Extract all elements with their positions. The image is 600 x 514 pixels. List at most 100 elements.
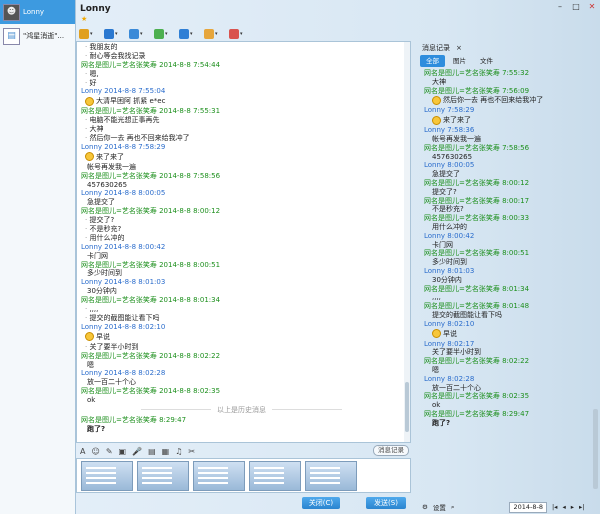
message-content: 网名是图儿=艺名张笑寿 2014-8-8 8:01:34: [81, 296, 221, 305]
screenshot-thumbnail[interactable]: [137, 461, 189, 491]
chevron-down-icon[interactable]: ▾: [215, 31, 218, 37]
message-content: ,,,,: [89, 305, 99, 314]
contact-list: ☻ Lonny ▤ "鸿星消逝"...: [0, 0, 76, 514]
screen-tool-button[interactable]: ▾: [179, 28, 197, 40]
message-content: 网名是图儿=艺名张笑寿 2014-8-8 7:55:31: [81, 107, 221, 116]
message-meta: 网名是图儿=艺名张笑寿 8:01:48: [424, 302, 590, 311]
chevron-down-icon[interactable]: ▾: [140, 31, 143, 37]
chat-window: Lonny ★ – □ ✕ ▾ ▾ ▾ ▾ ▾ ▾ ▾ 我朋友的耐心等会我找记录网名是图儿=…: [76, 0, 600, 514]
message-meta: Lonny 7:58:36: [424, 126, 590, 135]
next-page-icon[interactable]: ▸: [571, 503, 574, 511]
message-content: ok: [432, 401, 441, 410]
input-tool-icon[interactable]: 🎤: [132, 447, 142, 456]
message-content: 嗯,: [89, 69, 99, 78]
message-content: 大清早困阿 抓紧 e*ec: [96, 97, 166, 106]
chevron-down-icon[interactable]: ▾: [240, 31, 243, 37]
input-tool-icon[interactable]: ✂: [188, 447, 195, 456]
toolbar: ▾ ▾ ▾ ▾ ▾ ▾ ▾: [79, 27, 247, 41]
date-field[interactable]: 2014-8-8: [509, 501, 547, 513]
chat-history-pane[interactable]: 我朋友的耐心等会我找记录网名是图儿=艺名张笑寿 2014-8-8 7:54:44…: [76, 41, 411, 443]
grid-tool-button[interactable]: ▾: [229, 28, 247, 40]
history-scrollbar[interactable]: [593, 69, 598, 509]
input-box[interactable]: [76, 458, 411, 493]
input-tool-icon[interactable]: ▦: [162, 447, 170, 456]
scroll-thumb[interactable]: [593, 409, 598, 489]
chevron-down-icon[interactable]: ▾: [190, 31, 193, 37]
input-tool-icon[interactable]: ☺: [91, 447, 99, 456]
message-content: 我朋友的: [89, 43, 118, 51]
first-page-icon[interactable]: |◂: [552, 503, 557, 511]
message-content: 网名是图儿=艺名张笑寿 2014-8-8 8:00:51: [81, 260, 221, 269]
input-tool-icon[interactable]: ▤: [148, 447, 156, 456]
history-tab[interactable]: 消息记录 ×: [416, 41, 600, 55]
message-text: 30分钟内: [81, 287, 402, 296]
contact-item-lonny[interactable]: ☻ Lonny: [0, 0, 75, 24]
message-history-button[interactable]: 消息记录: [373, 445, 409, 456]
tab-files[interactable]: 文件: [474, 55, 499, 67]
settings-label[interactable]: 设置: [433, 502, 446, 512]
message-meta: Lonny 2014-8-8 8:01:03: [81, 278, 402, 287]
chevron-down-icon[interactable]: ▾: [165, 31, 168, 37]
smiley-icon: [85, 96, 94, 106]
screenshot-thumbnail[interactable]: [81, 461, 133, 491]
message-text: 关了要半小时到: [81, 343, 402, 352]
message-content: 网名是图儿=艺名张笑寿 2014-8-8 7:58:56: [81, 171, 221, 180]
prev-page-icon[interactable]: ◂: [562, 503, 565, 511]
message-content: 网名是图儿=艺名张笑寿 7:58:56: [424, 143, 530, 152]
message-text: 然后你一去 再也不回来给我冲了: [424, 95, 590, 106]
message-meta: 网名是图儿=艺名张笑寿 7:56:09: [424, 87, 590, 96]
message-text: 457630265: [424, 153, 590, 162]
microphone-tool-button[interactable]: ▾: [79, 28, 97, 40]
scroll-thumb[interactable]: [405, 382, 409, 432]
last-page-icon[interactable]: ▸|: [579, 503, 584, 511]
message-text: 提交的截图能让看下吗: [424, 311, 590, 320]
smiley-icon: [432, 95, 441, 105]
message-text: 提交了?: [81, 216, 402, 225]
folder-icon: [129, 29, 139, 39]
video-tool-button[interactable]: ▾: [104, 28, 122, 40]
message-content: 提交了?: [432, 187, 457, 196]
message-content: 网名是图儿=艺名张笑寿 8:29:47: [424, 409, 530, 418]
input-tool-icon[interactable]: ♫: [175, 447, 182, 456]
tab-all[interactable]: 全部: [420, 55, 445, 67]
message-meta: 网名是图儿=艺名张笑寿 7:55:32: [424, 69, 590, 78]
screen-icon: [179, 29, 189, 39]
message-text: 大神: [424, 78, 590, 87]
message-meta: 网名是图儿=艺名张笑寿 8:00:51: [424, 249, 590, 258]
app-tool-button[interactable]: ▾: [204, 28, 222, 40]
message-content: 网名是图儿=艺名张笑寿 8:00:33: [424, 214, 530, 223]
search-icon[interactable]: ⌕: [451, 503, 455, 512]
message-text: 多少时间到: [424, 258, 590, 267]
chevron-down-icon[interactable]: ▾: [90, 31, 93, 37]
window-title: Lonny: [80, 4, 111, 14]
chevron-down-icon[interactable]: ▾: [115, 31, 118, 37]
message-content: Lonny 2014-8-8 8:01:03: [81, 278, 166, 287]
close-window-button[interactable]: ✕: [587, 2, 597, 11]
message-meta: 网名是图儿=艺名张笑寿 8:02:22: [424, 357, 590, 366]
screenshot-thumbnail[interactable]: [249, 461, 301, 491]
message-text: 不是秒充?: [81, 225, 402, 234]
send-button[interactable]: 发送(S): [366, 497, 406, 509]
screenshot-thumbnail[interactable]: [305, 461, 357, 491]
input-tool-icon[interactable]: A: [80, 447, 85, 456]
settings-icon[interactable]: ⚙: [422, 503, 428, 511]
message-content: ok: [87, 396, 96, 405]
tab-images[interactable]: 图片: [447, 55, 472, 67]
message-content: Lonny 2014-8-8 7:58:29: [81, 142, 166, 151]
maximize-button[interactable]: □: [571, 2, 581, 11]
minimize-button[interactable]: –: [555, 2, 565, 11]
message-content: Lonny 8:01:03: [424, 266, 475, 275]
remote-tool-button[interactable]: ▾: [154, 28, 172, 40]
message-content: 卡门网: [432, 240, 453, 249]
chat-scrollbar[interactable]: [404, 42, 410, 442]
grid-icon: [229, 29, 239, 39]
message-text: 用什么冲的: [424, 223, 590, 232]
input-tool-icon[interactable]: ▣: [119, 447, 127, 456]
input-tool-icon[interactable]: ✎: [106, 447, 113, 456]
contact-item-group[interactable]: ▤ "鸿星消逝"...: [0, 24, 75, 48]
folder-tool-button[interactable]: ▾: [129, 28, 147, 40]
close-icon[interactable]: ×: [456, 44, 462, 52]
message-content: 网名是图儿=艺名张笑寿 2014-8-8 8:02:22: [81, 351, 221, 360]
close-button[interactable]: 关闭(C): [302, 497, 340, 509]
screenshot-thumbnail[interactable]: [193, 461, 245, 491]
